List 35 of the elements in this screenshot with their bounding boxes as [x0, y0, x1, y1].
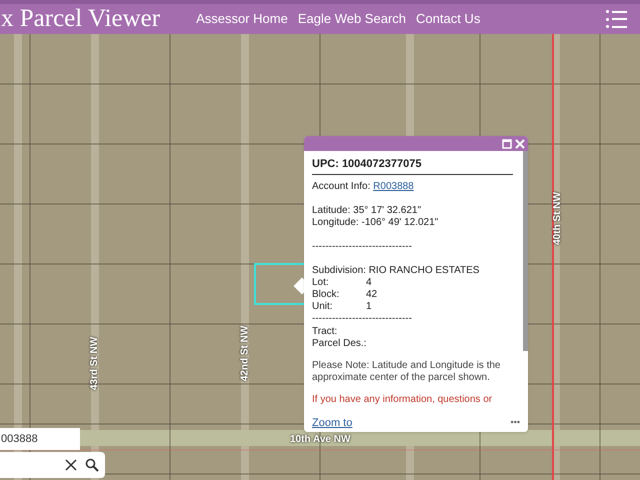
subdivision-text: Subdivision: RIO RANCHO ESTATES: [312, 265, 480, 277]
field-value: 42: [366, 289, 378, 301]
field-label: Unit:: [312, 301, 334, 313]
street-label: 43rd St NW: [88, 335, 102, 392]
app-title: x Parcel Viewer: [0, 4, 160, 34]
scrollbar[interactable]: [523, 151, 528, 351]
separator-text: ------------------------------: [312, 241, 413, 253]
nav-link[interactable]: Contact Us: [416, 9, 480, 29]
search-icon[interactable]: [85, 458, 99, 472]
separator-text: ------------------------------: [312, 313, 413, 325]
account-link[interactable]: R003888: [373, 181, 414, 192]
zoom-to-link[interactable]: Zoom to: [312, 414, 352, 432]
warning-text: If you have any information, questions or: [312, 394, 494, 406]
clear-icon[interactable]: [65, 459, 77, 471]
tract-label: Tract:: [312, 326, 338, 338]
street-label: 42nd St NW: [238, 324, 252, 384]
search-suggestion[interactable]: 003888: [0, 428, 80, 450]
street-label: 40th St NW: [550, 190, 564, 247]
menu-icon[interactable]: [606, 8, 628, 30]
field-value: 4: [366, 277, 372, 289]
field-label: Lot:: [312, 277, 330, 289]
upc-text: UPC: 1004072377075: [312, 158, 513, 175]
longitude-text: Longitude: -106° 49' 12.021": [312, 217, 440, 229]
field-value: 1: [366, 301, 372, 313]
latitude-text: Latitude: 35° 17' 32.621": [312, 205, 422, 217]
note-text: Please Note: Latitude and Longitude is the approximate center of the parcel shown.: [312, 360, 502, 384]
account-label: Account Info:: [312, 181, 372, 192]
close-icon[interactable]: [515, 138, 525, 148]
maximize-icon[interactable]: [502, 138, 512, 148]
field-label: Block:: [312, 289, 340, 301]
nav-link[interactable]: Assessor Home: [196, 9, 288, 29]
search-field[interactable]: [0, 452, 105, 478]
nav-link[interactable]: Eagle Web Search: [298, 9, 406, 29]
parcel-description-label: Parcel Des.:: [312, 338, 368, 350]
more-options-button[interactable]: •••: [510, 416, 520, 430]
